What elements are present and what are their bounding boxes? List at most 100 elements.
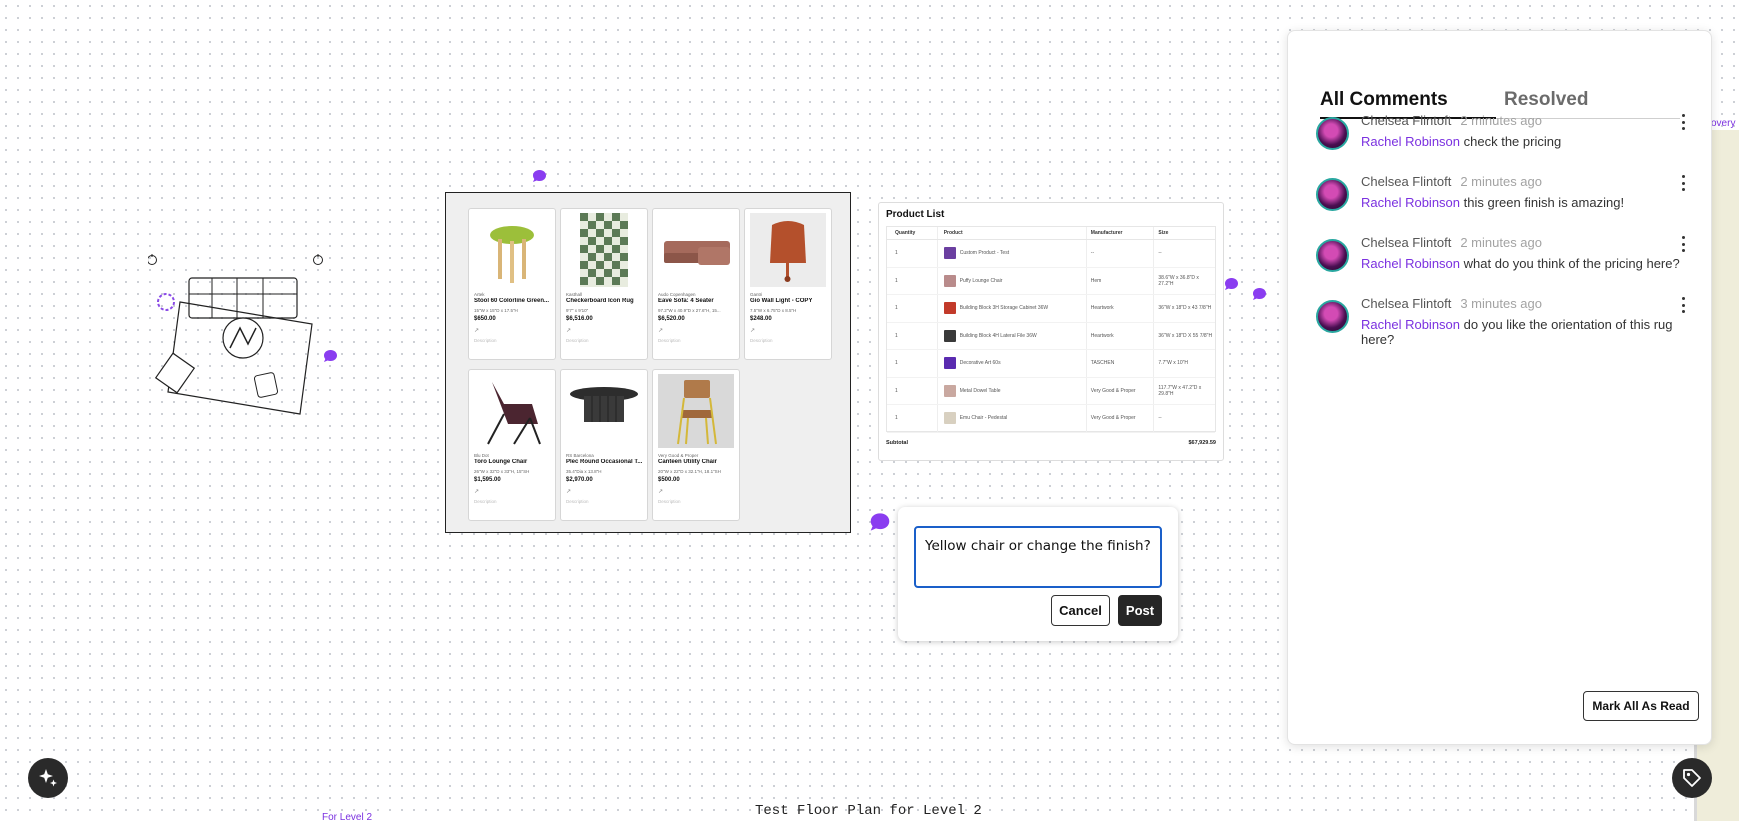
comment-author: Chelsea Flintoft (1361, 296, 1452, 311)
column-manufacturer[interactable]: Manufacturer (1085, 227, 1154, 239)
product-card[interactable]: Very Good & Proper Canteen Utility Chair… (652, 369, 740, 521)
table-row[interactable]: 1 Puffy Lounge Chair Hem 38.6"W x 36.8"D… (887, 267, 1215, 295)
product-thumbnail (943, 247, 956, 260)
product-thumbnail (943, 329, 956, 342)
column-size[interactable]: Size (1153, 227, 1215, 239)
external-link-icon[interactable]: ↗ (750, 327, 826, 334)
moodboard-frame[interactable]: Artek Stool 60 Colorline Green... 15"W x… (445, 192, 851, 533)
table-row[interactable]: 1 Emu Chair - Pedestal Very Good & Prope… (887, 405, 1215, 433)
external-link-icon[interactable]: ↗ (566, 327, 642, 334)
product-list-table: Quantity Product Manufacturer Size 1 Cus… (886, 226, 1216, 433)
row-manufacturer: Very Good & Proper (1085, 377, 1154, 404)
product-card[interactable]: Audo Copenhagen Eave Sofa: 4 Seater 97.2… (652, 208, 740, 360)
kebab-menu-icon[interactable] (1678, 175, 1688, 191)
product-price: $6,516.00 (566, 316, 593, 322)
row-quantity: 1 (895, 277, 898, 284)
kebab-menu-icon[interactable] (1678, 114, 1688, 130)
ai-assistant-button[interactable] (28, 758, 68, 798)
comment-author: Chelsea Flintoft (1361, 174, 1452, 189)
comments-panel: All Comments Resolved Chelsea Flintoft 2 … (1287, 30, 1712, 745)
product-description: Description (474, 338, 497, 343)
avatar (1316, 178, 1349, 211)
product-card[interactable]: Gantri Gio Wall Light - COPY 7.5"W x 6.7… (744, 208, 832, 360)
column-quantity[interactable]: Quantity (887, 230, 937, 236)
table-row[interactable]: 1 Building Block 4H Lateral File 36W Hea… (887, 322, 1215, 350)
product-brand: Gantri (750, 292, 763, 297)
comment-mention[interactable]: Rachel Robinson (1361, 256, 1460, 271)
external-link-icon[interactable]: ↗ (658, 488, 734, 495)
table-row[interactable]: 1 Custom Product - Test -- -- (887, 240, 1215, 268)
product-image (474, 374, 550, 448)
table-row[interactable]: 1 Decorative Art 60s TASCHEN 7.7"W x 10"… (887, 350, 1215, 378)
external-link-icon[interactable]: ↗ (474, 488, 550, 495)
product-thumbnail (943, 302, 956, 315)
product-card[interactable]: Blu Dot Toro Lounge Chair 26"W x 32"D x … (468, 369, 556, 521)
external-link-icon[interactable]: ↗ (474, 327, 550, 334)
post-button[interactable]: Post (1118, 595, 1162, 626)
product-brand: Blu Dot (474, 453, 489, 458)
kebab-menu-icon[interactable] (1678, 236, 1688, 252)
product-name: Plec Round Occasional T... (566, 459, 642, 465)
avatar (1316, 300, 1349, 333)
product-dims: 7.5"W x 6.75"D x 8.5"H (750, 308, 797, 313)
product-description: Description (750, 338, 773, 343)
comment-time: 2 minutes ago (1460, 113, 1542, 128)
product-list-title: Product List (886, 209, 945, 220)
comment-time: 2 minutes ago (1460, 235, 1542, 250)
mark-all-read-button[interactable]: Mark All As Read (1583, 691, 1699, 721)
product-image (474, 213, 550, 287)
row-manufacturer: Very Good & Proper (1085, 405, 1154, 432)
comment-text: what do you think of the pricing here? (1463, 256, 1680, 271)
comment-pin-icon[interactable] (869, 512, 891, 532)
product-price: $248.00 (750, 316, 772, 322)
row-size: 36"W x 18"D X 55 7/8"H (1153, 322, 1215, 349)
comment-time: 2 minutes ago (1460, 174, 1542, 189)
comment-pin-icon[interactable] (1252, 287, 1269, 302)
comment-pin-icon[interactable] (532, 169, 549, 184)
product-brand: Audo Copenhagen (658, 292, 696, 297)
row-product: Custom Product - Test (959, 250, 1010, 257)
row-product: Decorative Art 60s (959, 360, 1001, 367)
product-card[interactable]: RS Barcelona Plec Round Occasional T... … (560, 369, 648, 521)
tab-resolved[interactable]: Resolved (1504, 89, 1588, 111)
column-product[interactable]: Product (936, 227, 1086, 239)
comment-mention[interactable]: Rachel Robinson (1361, 134, 1460, 149)
row-product: Puffy Lounge Chair (959, 277, 1003, 284)
floor-plan-link[interactable]: For Level 2 (322, 812, 372, 821)
product-brand: Kasthall (566, 292, 583, 297)
row-manufacturer: TASCHEN (1085, 350, 1154, 377)
tag-button[interactable] (1672, 758, 1712, 798)
comment-pin-icon[interactable] (1224, 277, 1241, 292)
external-link-icon[interactable]: ↗ (658, 327, 734, 334)
product-image (566, 213, 642, 287)
product-dims: 35.4"Dia x 13.8"H (566, 469, 602, 474)
comment-mention[interactable]: Rachel Robinson (1361, 195, 1460, 210)
product-card[interactable]: Kasthall Checkerboard Icon Rug 9'7" x 9'… (560, 208, 648, 360)
product-image (566, 374, 642, 448)
table-row[interactable]: 1 Building Block 3H Storage Cabinet 36W … (887, 295, 1215, 323)
cancel-button[interactable]: Cancel (1051, 595, 1110, 626)
row-product: Emu Chair - Pedestal (959, 415, 1008, 422)
comment-text: this green finish is amazing! (1463, 195, 1625, 210)
subtotal-label: Subtotal (886, 440, 908, 446)
row-product: Building Block 3H Storage Cabinet 36W (959, 305, 1049, 312)
kebab-menu-icon[interactable] (1678, 297, 1688, 313)
row-quantity: 1 (895, 360, 898, 367)
product-dims: 26"W x 32"D x 33"H, 15"SH (474, 469, 530, 474)
product-dims: 9'7" x 9'10" (566, 308, 589, 313)
external-link-icon[interactable]: ↗ (566, 488, 642, 495)
row-product: Building Block 4H Lateral File 36W (959, 332, 1037, 339)
comment-input[interactable]: Yellow chair or change the finish? (914, 526, 1162, 588)
row-size: 36"W x 18"D x 43 7/8"H (1153, 295, 1215, 322)
product-card[interactable]: Artek Stool 60 Colorline Green... 15"W x… (468, 208, 556, 360)
table-row[interactable]: 1 Metal Dowel Table Very Good & Proper 1… (887, 377, 1215, 405)
row-manufacturer: -- (1085, 240, 1154, 267)
product-thumbnail (943, 274, 956, 287)
product-dims: 20"W x 22"D x 32.1"H, 18.1"SH (658, 469, 721, 474)
comment-pin-icon[interactable] (323, 349, 340, 364)
product-image (658, 213, 734, 287)
product-list-card[interactable]: Product List Quantity Product Manufactur… (878, 202, 1224, 461)
floor-plan-drawing[interactable] (147, 250, 328, 420)
row-size: 38.6"W x 36.8"D x 27.2"H (1153, 267, 1215, 294)
comment-mention[interactable]: Rachel Robinson (1361, 317, 1460, 332)
